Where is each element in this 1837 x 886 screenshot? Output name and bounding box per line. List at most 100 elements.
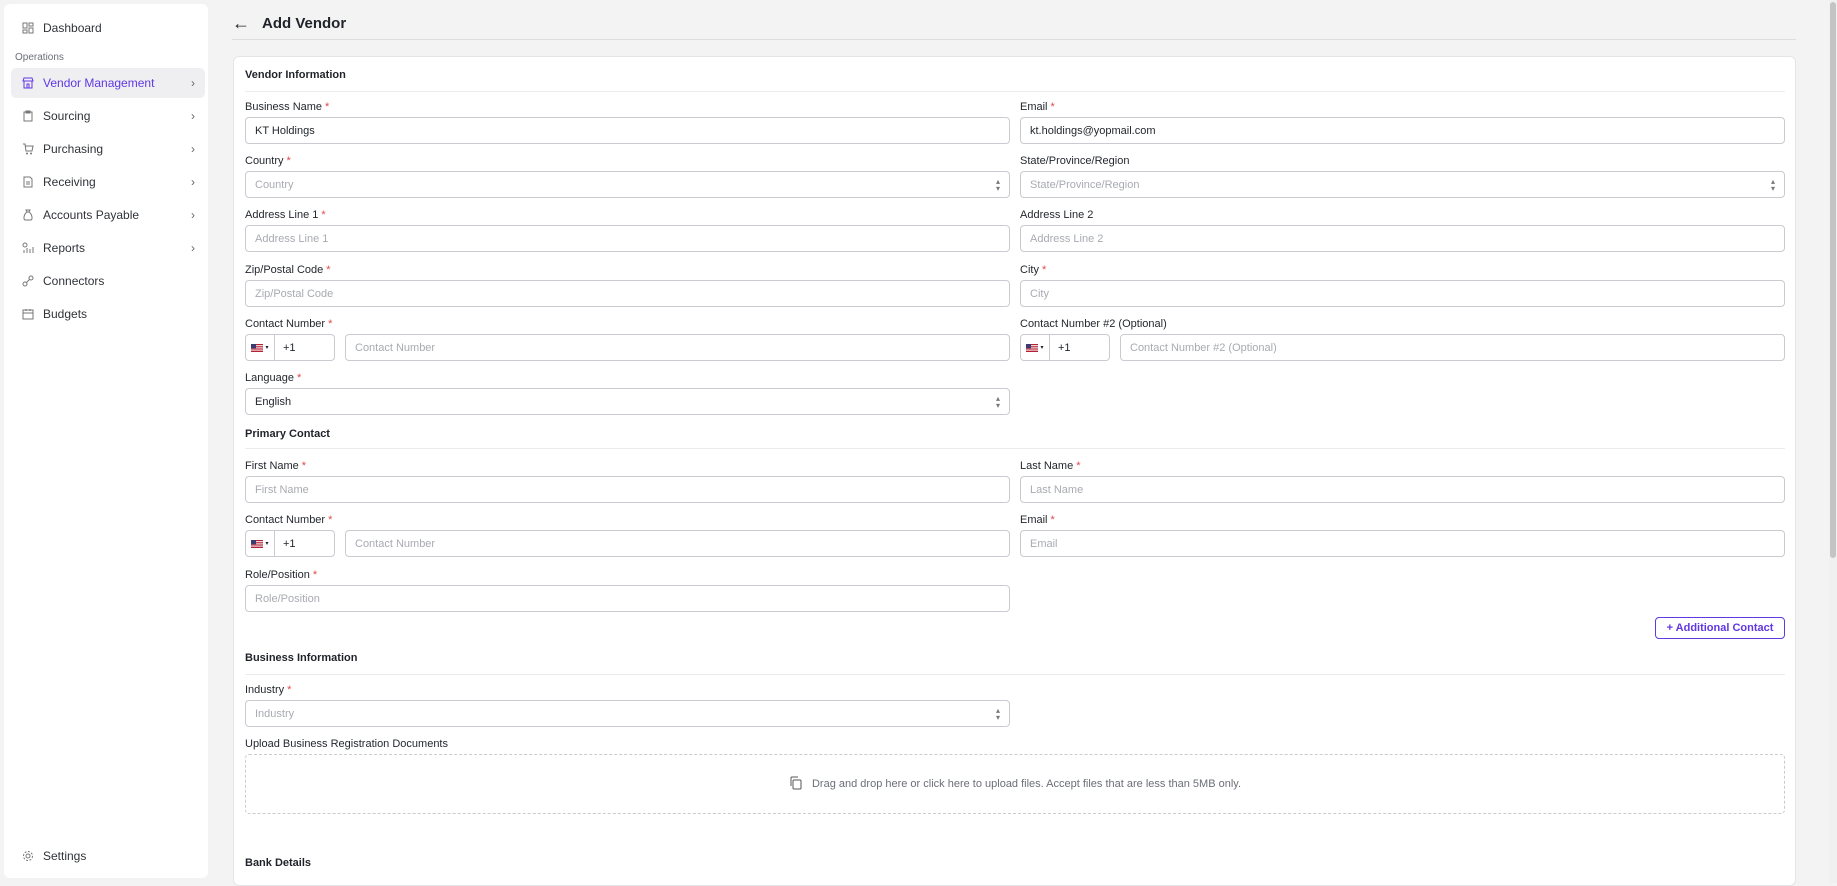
email-input[interactable] bbox=[1020, 117, 1785, 144]
sidebar-item-receiving[interactable]: Receiving › bbox=[11, 167, 205, 197]
upload-dropzone[interactable]: Drag and drop here or click here to uplo… bbox=[245, 754, 1785, 814]
pc-contact-number-label: Contact Number * bbox=[245, 514, 333, 526]
us-flag-icon: ▾ bbox=[246, 335, 275, 360]
pc-contact-number-input[interactable] bbox=[345, 530, 1010, 557]
state-label: State/Province/Region bbox=[1020, 155, 1130, 167]
sidebar-item-settings[interactable]: Settings bbox=[11, 841, 205, 871]
sidebar-item-label: Budgets bbox=[43, 307, 88, 321]
sidebar-item-sourcing[interactable]: Sourcing › bbox=[11, 101, 205, 131]
scrollbar-thumb[interactable] bbox=[1830, 2, 1836, 558]
sidebar-item-accounts-payable[interactable]: Accounts Payable › bbox=[11, 200, 205, 230]
bank-details-heading: Bank Details bbox=[245, 857, 312, 869]
country-code-selector[interactable]: ▾ +1 bbox=[1020, 334, 1110, 361]
primary-contact-heading: Primary Contact bbox=[245, 428, 330, 440]
state-select[interactable]: State/Province/Region ▴ ▾ bbox=[1020, 171, 1785, 198]
first-name-label: First Name * bbox=[245, 460, 307, 472]
cart-icon bbox=[21, 142, 35, 156]
contact-number-2-label: Contact Number #2 (Optional) bbox=[1020, 318, 1167, 330]
select-arrows-icon: ▴ ▾ bbox=[995, 394, 1000, 410]
upload-instructions: Drag and drop here or click here to uplo… bbox=[811, 778, 1242, 790]
vendor-information-heading: Vendor Information bbox=[245, 69, 346, 81]
document-icon bbox=[21, 175, 35, 189]
last-name-label: Last Name * bbox=[1020, 460, 1081, 472]
scrollbar[interactable] bbox=[1829, 0, 1837, 883]
sidebar-item-connectors[interactable]: Connectors bbox=[11, 266, 205, 296]
dial-code: +1 bbox=[283, 341, 296, 354]
sidebar-item-budgets[interactable]: Budgets bbox=[11, 299, 205, 329]
pc-email-label: Email * bbox=[1020, 514, 1055, 526]
address-line-1-label: Address Line 1 * bbox=[245, 209, 326, 221]
first-name-input[interactable] bbox=[245, 476, 1010, 503]
chevron-right-icon: › bbox=[191, 142, 195, 156]
sidebar-item-label: Accounts Payable bbox=[43, 208, 140, 222]
address-line-1-input[interactable] bbox=[245, 225, 1010, 252]
business-information-heading: Business Information bbox=[245, 652, 358, 664]
sidebar-item-label: Sourcing bbox=[43, 109, 91, 123]
city-input[interactable] bbox=[1020, 280, 1785, 307]
divider bbox=[245, 91, 1785, 92]
vendor-form-card: Vendor Information Business Name* Email*… bbox=[233, 56, 1796, 886]
chevron-right-icon: › bbox=[191, 76, 195, 90]
country-code-selector[interactable]: ▾ +1 bbox=[245, 334, 335, 361]
contact-number-2-input[interactable] bbox=[1120, 334, 1785, 361]
budget-icon bbox=[21, 307, 35, 321]
sidebar-item-label: Purchasing bbox=[43, 142, 104, 156]
country-label: Country * bbox=[245, 155, 291, 167]
sidebar-item-dashboard[interactable]: Dashboard bbox=[11, 13, 205, 43]
sidebar-item-label: Connectors bbox=[43, 274, 105, 288]
industry-label: Industry * bbox=[245, 684, 292, 696]
select-arrows-icon: ▴ ▾ bbox=[995, 706, 1000, 722]
dashboard-icon bbox=[21, 21, 35, 35]
pc-email-input[interactable] bbox=[1020, 530, 1785, 557]
sidebar-item-label: Receiving bbox=[43, 175, 96, 189]
business-name-input[interactable] bbox=[245, 117, 1010, 144]
gear-icon bbox=[21, 849, 35, 863]
connector-icon bbox=[21, 274, 35, 288]
sidebar: Dashboard Operations Vendor Management ›… bbox=[4, 4, 208, 878]
sidebar-item-vendor-management[interactable]: Vendor Management › bbox=[11, 68, 205, 98]
address-line-2-input[interactable] bbox=[1020, 225, 1785, 252]
divider bbox=[245, 674, 1785, 675]
sidebar-item-label: Vendor Management bbox=[43, 76, 155, 90]
clipboard-icon bbox=[21, 109, 35, 123]
industry-select[interactable]: Industry ▴ ▾ bbox=[245, 700, 1010, 727]
sidebar-item-purchasing[interactable]: Purchasing › bbox=[11, 134, 205, 164]
language-label: Language * bbox=[245, 372, 302, 384]
sidebar-item-label: Dashboard bbox=[43, 21, 102, 35]
city-label: City * bbox=[1020, 264, 1047, 276]
chevron-right-icon: › bbox=[191, 241, 195, 255]
copy-files-icon bbox=[789, 776, 803, 793]
chevron-right-icon: › bbox=[191, 208, 195, 222]
upload-label: Upload Business Registration Documents bbox=[245, 738, 448, 750]
language-select[interactable]: English ▴ ▾ bbox=[245, 388, 1010, 415]
role-input[interactable] bbox=[245, 585, 1010, 612]
contact-number-input[interactable] bbox=[345, 334, 1010, 361]
additional-contact-button[interactable]: + Additional Contact bbox=[1655, 617, 1785, 639]
sidebar-section-label: Operations bbox=[15, 52, 64, 63]
money-bag-icon bbox=[21, 208, 35, 222]
back-arrow-icon[interactable]: ← bbox=[232, 13, 250, 34]
sidebar-item-label: Settings bbox=[43, 849, 87, 863]
us-flag-icon: ▾ bbox=[1021, 335, 1050, 360]
business-name-label: Business Name * bbox=[245, 101, 330, 113]
email-label: Email * bbox=[1020, 101, 1055, 113]
dial-code: +1 bbox=[283, 537, 296, 550]
select-arrows-icon: ▴ ▾ bbox=[995, 177, 1000, 193]
contact-number-label: Contact Number * bbox=[245, 318, 333, 330]
country-code-selector[interactable]: ▾ +1 bbox=[245, 530, 335, 557]
divider bbox=[245, 448, 1785, 449]
sidebar-item-reports[interactable]: Reports › bbox=[11, 233, 205, 263]
country-select[interactable]: Country ▴ ▾ bbox=[245, 171, 1010, 198]
last-name-input[interactable] bbox=[1020, 476, 1785, 503]
chevron-right-icon: › bbox=[191, 109, 195, 123]
select-arrows-icon: ▴ ▾ bbox=[1770, 177, 1775, 193]
sidebar-item-label: Reports bbox=[43, 241, 86, 255]
page-header: ← Add Vendor bbox=[232, 8, 1796, 40]
dial-code: +1 bbox=[1058, 341, 1071, 354]
chevron-right-icon: › bbox=[191, 175, 195, 189]
us-flag-icon: ▾ bbox=[246, 531, 275, 556]
zip-input[interactable] bbox=[245, 280, 1010, 307]
store-icon bbox=[21, 76, 35, 90]
page-title: Add Vendor bbox=[262, 15, 347, 32]
zip-label: Zip/Postal Code * bbox=[245, 264, 331, 276]
